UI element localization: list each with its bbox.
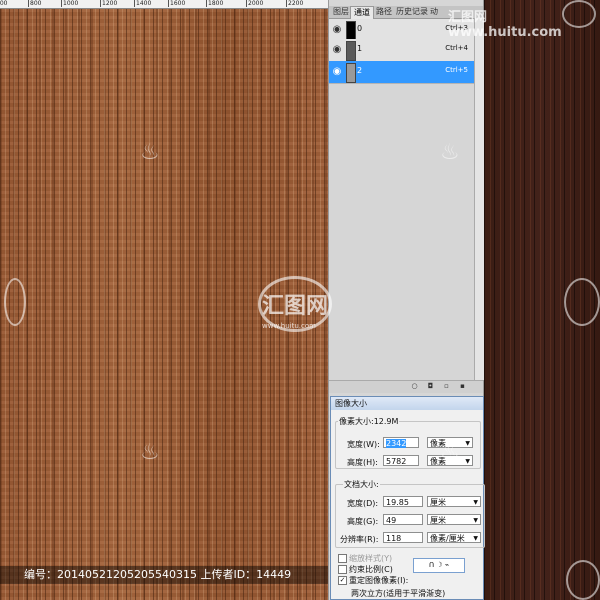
constrain-checkbox[interactable] (338, 565, 347, 574)
doc-height-unit-select[interactable]: 厘米 ▼ (427, 514, 481, 525)
doc-width-unit-select[interactable]: 厘米 ▼ (427, 496, 481, 507)
flame-logo-icon: ♨ (440, 140, 460, 165)
channel-thumbnail (346, 21, 356, 41)
doc-height-input[interactable]: 49 (383, 514, 423, 525)
resolution-label: 分辨率(R): (340, 535, 379, 544)
logo-mark (4, 278, 26, 326)
channel-shortcut: Ctrl+4 (445, 44, 468, 52)
flame-logo-icon: ♨ (440, 440, 460, 465)
document-size-label: 文档大小: (343, 479, 380, 490)
resample-label: 重定图像像素(I): (349, 576, 409, 585)
dialog-title: 图像大小 (331, 397, 483, 410)
resample-method-select[interactable]: 两次立方(适用于平滑渐变) (349, 588, 481, 599)
eye-icon[interactable]: ◉ (331, 43, 343, 57)
height-label: 高度(H): (347, 458, 378, 467)
ruler-tick: 1400 (134, 0, 152, 7)
ruler-tick: 600 (0, 0, 7, 7)
resolution-input[interactable]: 118 (383, 532, 423, 543)
ruler-tick: 1200 (100, 0, 118, 7)
eye-icon[interactable]: ◉ (331, 23, 343, 37)
panel-scrollbar[interactable] (474, 18, 484, 380)
logo-mark (564, 278, 600, 326)
dotted-circle-icon[interactable]: ○ (411, 383, 418, 390)
center-watermark-url: www.huitu.com (262, 322, 316, 330)
logo-mark (562, 0, 596, 28)
flame-logo-icon: ♨ (140, 140, 160, 165)
width-input[interactable]: 2342 (383, 437, 419, 448)
height-input[interactable]: 5782 (383, 455, 419, 466)
link-chain-icon[interactable]: ᑎ ☽ ⌁ (413, 558, 465, 573)
doc-width-label: 宽度(D): (347, 499, 379, 508)
center-watermark-logo: 汇图网 (262, 294, 329, 319)
channel-thumbnail (346, 41, 356, 61)
tab-actions[interactable]: 动 (427, 6, 441, 18)
doc-width-input[interactable]: 19.85 (383, 496, 423, 507)
tab-history[interactable]: 历史记录 (393, 6, 431, 18)
chevron-down-icon: ▼ (473, 517, 478, 524)
tab-channels[interactable]: 通道 (350, 6, 374, 19)
image-size-dialog: 图像大小 像素大小:12.9M 宽度(W): 2342 像素 ▼ 高度(H): 5… (330, 396, 485, 600)
ruler-tick: 1000 (61, 0, 79, 7)
channel-name: 1 (357, 44, 363, 53)
channel-row-2[interactable]: ◉ 2 Ctrl+5 (329, 61, 474, 84)
pixel-dimensions-label: 像素大小:12.9M (338, 416, 400, 427)
chevron-down-icon: ▼ (465, 440, 470, 447)
ruler-tick: 1800 (206, 0, 224, 7)
channel-thumbnail (346, 63, 356, 83)
tab-layers[interactable]: 图层 (330, 6, 352, 18)
chevron-down-icon: ▼ (473, 499, 478, 506)
trash-icon[interactable]: ▪ (459, 383, 466, 390)
new-channel-icon[interactable]: ▫ (443, 383, 450, 390)
resolution-unit-select[interactable]: 像素/厘米 ▼ (427, 532, 481, 543)
eye-icon[interactable]: ◉ (331, 65, 343, 79)
horizontal-ruler: 600 800 1000 1200 1400 1600 1800 2000 22… (0, 0, 328, 9)
flame-logo-icon: ♨ (140, 440, 160, 465)
doc-height-label: 高度(G): (347, 517, 379, 526)
save-selection-icon[interactable]: ◘ (427, 383, 434, 390)
chevron-down-icon: ▼ (465, 458, 470, 465)
constrain-label: 约束比例(C) (349, 565, 393, 574)
channel-shortcut: Ctrl+5 (445, 66, 468, 74)
resample-checkbox[interactable]: ✓ (338, 576, 347, 585)
channel-name: 2 (357, 66, 363, 75)
logo-mark (566, 560, 600, 600)
chevron-down-icon: ▼ (473, 535, 478, 542)
panel-footer: ○ ◘ ▫ ▪ (329, 380, 483, 393)
width-label: 宽度(W): (347, 440, 380, 449)
upload-meta-strip: 编号：20140521205205540315 上传者ID：14449 (0, 566, 328, 584)
tab-paths[interactable]: 路径 (373, 6, 395, 18)
channel-row-1[interactable]: ◉ 1 Ctrl+4 (329, 39, 474, 62)
channel-name: 0 (357, 24, 363, 33)
scale-styles-checkbox[interactable] (338, 554, 347, 563)
scale-styles-label: 缩放样式(Y) (349, 554, 393, 563)
ruler-tick: 1600 (168, 0, 186, 7)
ruler-tick: 800 (28, 0, 42, 7)
ruler-tick: 2000 (246, 0, 264, 7)
ruler-tick: 2200 (286, 0, 304, 7)
